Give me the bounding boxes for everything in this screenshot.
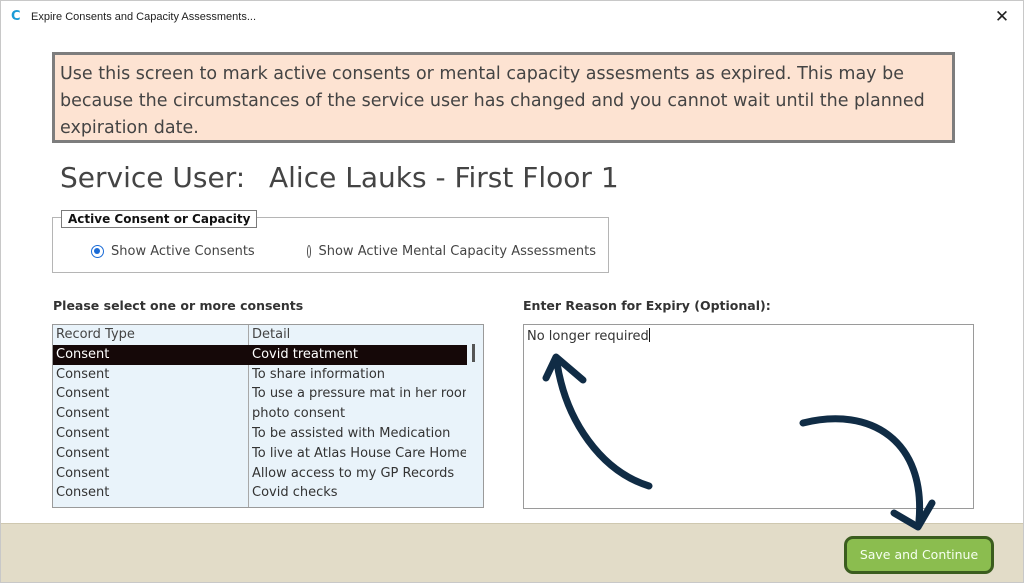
- app-logo-icon: C: [11, 9, 21, 24]
- cell-record-type: Consent: [56, 426, 110, 441]
- cell-record-type: Consent: [56, 366, 110, 382]
- list-item[interactable]: Consent Covid treatment: [53, 344, 467, 365]
- cell-record-type: Consent: [56, 386, 110, 402]
- column-header-detail: Detail: [252, 327, 291, 342]
- save-and-continue-button[interactable]: Save and Continue: [844, 536, 994, 574]
- radio-show-active-consents[interactable]: Show Active Consents: [91, 242, 255, 260]
- radio-label: Show Active Consents: [111, 243, 255, 259]
- radio-checked-icon[interactable]: [91, 244, 104, 258]
- cell-detail: To use a pressure mat in her room: [252, 386, 466, 402]
- close-icon[interactable]: ✕: [989, 5, 1015, 29]
- consents-listbox[interactable]: Record Type Detail Consent Covid treatme…: [52, 324, 484, 508]
- service-user-label: Service User:: [60, 161, 246, 194]
- cell-detail: Allow access to my GP Records: [252, 465, 455, 481]
- cell-detail: Covid treatment: [252, 346, 358, 362]
- radio-show-capacity-assessments[interactable]: Show Active Mental Capacity Assessments: [307, 242, 596, 260]
- list-item[interactable]: Consent To share information: [53, 365, 467, 385]
- reason-textarea[interactable]: No longer required: [523, 324, 974, 509]
- cell-detail: To live at Atlas House Care Home: [252, 445, 466, 461]
- info-banner: Use this screen to mark active consents …: [52, 52, 955, 143]
- consents-list-label: Please select one or more consents: [53, 298, 304, 313]
- cell-record-type: Consent: [56, 445, 110, 461]
- window-title: Expire Consents and Capacity Assessments…: [31, 11, 256, 23]
- list-item[interactable]: Consent To live at Atlas House Care Home: [53, 444, 467, 464]
- list-item[interactable]: Consent Covid checks: [53, 483, 467, 503]
- cell-detail: photo consent: [252, 406, 346, 422]
- reason-label: Enter Reason for Expiry (Optional):: [523, 298, 771, 313]
- cell-detail: To share information: [252, 366, 386, 382]
- list-scrollbar-thumb[interactable]: [472, 344, 475, 362]
- service-user-name: Alice Lauks - First Floor 1: [269, 161, 619, 194]
- group-legend: Active Consent or Capacity: [61, 210, 258, 228]
- reason-text: No longer required: [527, 329, 649, 344]
- title-bar: C Expire Consents and Capacity Assessmen…: [1, 1, 1023, 35]
- column-header-record-type: Record Type: [56, 327, 135, 342]
- cell-detail: Covid checks: [252, 485, 338, 501]
- dialog-window: C Expire Consents and Capacity Assessmen…: [0, 0, 1024, 583]
- cell-record-type: Consent: [56, 346, 110, 362]
- cell-record-type: Consent: [56, 406, 110, 422]
- text-caret: [648, 328, 650, 342]
- list-item[interactable]: Consent To be assisted with Medication: [53, 424, 467, 444]
- radio-label: Show Active Mental Capacity Assessments: [318, 243, 596, 259]
- list-item[interactable]: Consent Allow access to my GP Records: [53, 464, 467, 484]
- radio-unchecked-icon[interactable]: [307, 244, 312, 258]
- list-header: Record Type Detail: [53, 325, 467, 345]
- cell-record-type: Consent: [56, 485, 110, 501]
- cell-detail: To be assisted with Medication: [252, 426, 451, 441]
- cell-record-type: Consent: [56, 465, 110, 481]
- list-item[interactable]: Consent photo consent: [53, 404, 467, 424]
- list-item[interactable]: Consent To use a pressure mat in her roo…: [53, 384, 467, 404]
